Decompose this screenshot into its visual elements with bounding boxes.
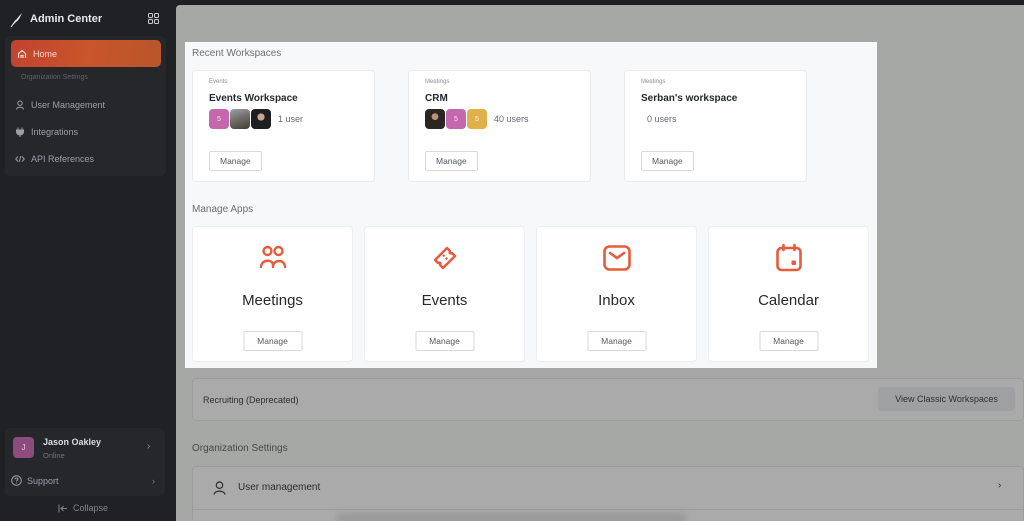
user-status: Online — [43, 451, 65, 460]
grid-apps-icon[interactable] — [148, 13, 159, 24]
brand[interactable]: Admin Center — [10, 10, 102, 28]
workspace-members: 5 5 40 users — [425, 109, 529, 129]
help-circle-icon — [11, 475, 22, 486]
main-content: Recent Workspaces Events Events Workspac… — [176, 5, 1024, 521]
app-card-meetings[interactable]: Meetings Manage — [192, 226, 353, 362]
sidebar-item-api-references[interactable]: API References — [15, 152, 94, 166]
view-classic-workspaces-button[interactable]: View Classic Workspaces — [878, 387, 1015, 411]
ticket-icon — [433, 246, 456, 270]
sidebar-item-label: Home — [33, 48, 58, 59]
recent-workspaces-title: Recent Workspaces — [192, 48, 282, 59]
user-avatar[interactable]: J — [13, 437, 34, 458]
support-link[interactable]: Support — [11, 475, 59, 486]
brand-name: Admin Center — [30, 13, 103, 25]
home-icon — [17, 49, 27, 58]
collapse-button[interactable]: Collapse — [58, 503, 108, 513]
sidebar-item-home[interactable]: Home — [11, 40, 161, 67]
user-panel: J Jason Oakley Online › Support › — [5, 428, 165, 496]
collapse-icon — [58, 504, 67, 512]
plug-icon — [16, 127, 24, 137]
users-icon — [259, 245, 286, 269]
calendar-icon — [775, 243, 802, 272]
workspace-type: Events — [209, 79, 228, 85]
org-settings-title: Organization Settings — [192, 443, 288, 454]
manage-workspace-button[interactable]: Manage — [209, 151, 262, 171]
workspace-type: Meetings — [425, 79, 450, 85]
feather-logo-icon — [10, 13, 22, 27]
workspace-name: CRM — [425, 93, 448, 104]
sidebar-item-label: API References — [31, 154, 95, 164]
user-count: 0 users — [647, 114, 677, 124]
workspace-members: 5 1 user — [209, 109, 303, 129]
chevron-right-icon: › — [998, 480, 1002, 491]
sidebar-item-label: Integrations — [31, 127, 79, 137]
chevron-right-icon[interactable]: › — [152, 476, 155, 486]
sidebar: Admin Center Home Organization Settings … — [0, 0, 176, 521]
member-avatar — [251, 109, 271, 129]
user-count: 40 users — [494, 114, 529, 124]
chevron-right-icon[interactable]: › — [147, 441, 150, 452]
scroll-shadow — [336, 513, 686, 521]
manage-app-button[interactable]: Manage — [759, 331, 818, 351]
app-card-inbox[interactable]: Inbox Manage — [536, 226, 697, 362]
code-icon — [15, 155, 25, 163]
org-settings-row-user-management[interactable]: User management › — [193, 467, 1023, 510]
manage-app-button[interactable]: Manage — [243, 331, 302, 351]
user-name[interactable]: Jason Oakley — [43, 437, 101, 447]
app-card-calendar[interactable]: Calendar Manage — [708, 226, 869, 362]
highlighted-panel: Recent Workspaces Events Events Workspac… — [185, 42, 877, 368]
legacy-workspace-banner: Recruiting (Deprecated) View Classic Wor… — [192, 378, 1024, 421]
workspace-name: Serban's workspace — [641, 93, 738, 104]
app-card-events[interactable]: Events Manage — [364, 226, 525, 362]
manage-workspace-button[interactable]: Manage — [425, 151, 478, 171]
sidebar-item-user-management[interactable]: User Management — [15, 98, 105, 112]
sidebar-item-label: User Management — [31, 100, 106, 110]
manage-apps-title: Manage Apps — [192, 204, 254, 215]
manage-app-button[interactable]: Manage — [415, 331, 474, 351]
sidebar-item-integrations[interactable]: Integrations — [15, 125, 78, 139]
workspace-name: Events Workspace — [209, 93, 298, 104]
workspace-card[interactable]: Events Events Workspace 5 1 user Manage — [192, 70, 375, 182]
app-name: Calendar — [758, 292, 819, 309]
member-avatar: 5 — [209, 109, 229, 129]
user-icon — [213, 481, 226, 495]
legacy-label: Recruiting (Deprecated) — [203, 395, 299, 405]
member-avatar — [230, 109, 250, 129]
org-row-label: User management — [238, 482, 321, 493]
workspace-card[interactable]: Meetings CRM 5 5 40 users Manage — [408, 70, 591, 182]
member-avatar: 5 — [446, 109, 466, 129]
collapse-label: Collapse — [73, 503, 109, 513]
manage-app-button[interactable]: Manage — [587, 331, 646, 351]
app-name: Inbox — [598, 292, 635, 309]
user-icon — [16, 100, 24, 110]
mail-icon — [602, 245, 631, 271]
app-name: Meetings — [242, 292, 303, 309]
sidebar-nav: Home Organization Settings User Manageme… — [5, 36, 166, 176]
user-count: 1 user — [278, 114, 304, 124]
sidebar-section-label: Organization Settings — [21, 74, 88, 81]
member-avatar: 5 — [467, 109, 487, 129]
manage-workspace-button[interactable]: Manage — [641, 151, 694, 171]
member-avatar — [425, 109, 445, 129]
workspace-card[interactable]: Meetings Serban's workspace 0 users Mana… — [624, 70, 807, 182]
workspace-type: Meetings — [641, 79, 666, 85]
app-name: Events — [421, 292, 468, 309]
support-label: Support — [27, 475, 59, 486]
workspace-members: 0 users — [641, 109, 677, 129]
